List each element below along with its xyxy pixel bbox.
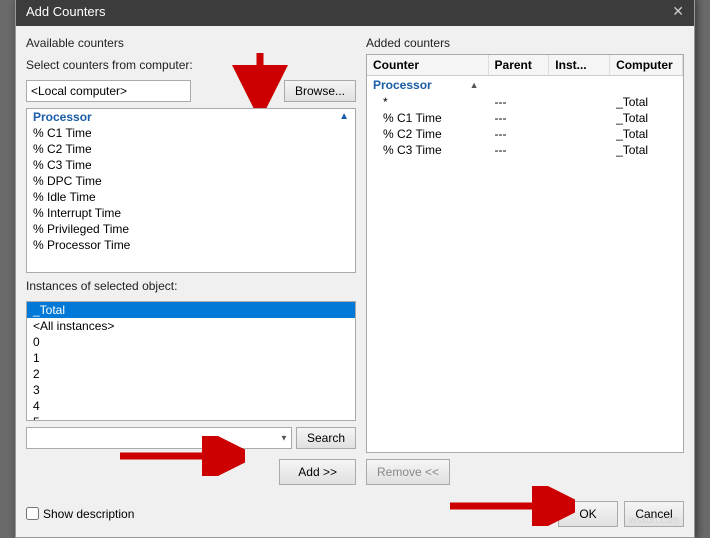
search-button[interactable]: Search	[296, 427, 356, 449]
computer-row: Browse...	[26, 80, 356, 102]
list-item[interactable]: % C2 Time	[27, 141, 355, 157]
browse-button[interactable]: Browse...	[284, 80, 356, 102]
list-item[interactable]: % Idle Time	[27, 189, 355, 205]
instance-2[interactable]: 2	[27, 366, 355, 382]
col-inst: Inst...	[549, 55, 610, 75]
parent-val: ---	[489, 142, 550, 158]
parent-val: ---	[489, 126, 550, 142]
category-processor: Processor ▲	[367, 76, 489, 94]
counter-category-processor[interactable]: Processor ▲	[27, 109, 355, 125]
list-item[interactable]: % C3 Time	[27, 157, 355, 173]
instance-total[interactable]: _Total	[27, 302, 355, 318]
list-item[interactable]: % Interrupt Time	[27, 205, 355, 221]
computer-input[interactable]	[26, 80, 191, 102]
close-button[interactable]: ✕	[672, 3, 684, 20]
processor-label: Processor	[373, 78, 432, 92]
available-label: Available counters	[26, 36, 356, 50]
added-label: Added counters	[366, 36, 684, 50]
counter-c3: % C3 Time	[367, 142, 489, 158]
counter-table: Counter Parent Inst... Computer Processo…	[366, 54, 684, 453]
bottom-row: Show description OK Cancel	[16, 495, 694, 537]
watermark: wsxdn.com	[629, 515, 679, 526]
table-row: % C2 Time --- _Total	[367, 126, 683, 142]
list-item[interactable]: % Processor Time	[27, 237, 355, 253]
instance-1[interactable]: 1	[27, 350, 355, 366]
add-button[interactable]: Add >>	[279, 459, 356, 485]
table-row: % C1 Time --- _Total	[367, 110, 683, 126]
instance-0[interactable]: 0	[27, 334, 355, 350]
col-counter: Counter	[367, 55, 489, 75]
inst-val	[549, 142, 610, 158]
table-row: * --- _Total	[367, 94, 683, 110]
computer-val: _Total	[610, 94, 683, 110]
inst-val	[549, 94, 610, 110]
list-item[interactable]: % DPC Time	[27, 173, 355, 189]
right-actions: Remove <<	[366, 459, 684, 485]
instances-label: Instances of selected object:	[26, 279, 356, 293]
dialog-title: Add Counters	[26, 4, 106, 19]
counter-star: *	[367, 94, 489, 110]
col-parent: Parent	[489, 55, 550, 75]
list-item[interactable]: % C1 Time	[27, 125, 355, 141]
instance-5[interactable]: 5	[27, 414, 355, 421]
search-input[interactable]	[26, 427, 292, 449]
col-computer: Computer	[610, 55, 683, 75]
show-description-row: Show description	[26, 507, 134, 521]
table-header: Counter Parent Inst... Computer	[367, 55, 683, 76]
instance-3[interactable]: 3	[27, 382, 355, 398]
dialog-body: Available counters Select counters from …	[16, 26, 694, 495]
inst-val	[549, 110, 610, 126]
add-row: Add >>	[26, 459, 356, 485]
show-description-checkbox[interactable]	[26, 507, 39, 520]
category-name: Processor	[33, 110, 92, 124]
show-description-label: Show description	[43, 507, 134, 521]
parent-val: ---	[489, 94, 550, 110]
left-panel: Available counters Select counters from …	[26, 36, 356, 485]
title-bar: Add Counters ✕	[16, 0, 694, 26]
counters-listbox[interactable]: Processor ▲ % C1 Time % C2 Time % C3 Tim…	[26, 108, 356, 273]
computer-label: Select counters from computer:	[26, 58, 356, 72]
table-category-row: Processor ▲	[367, 76, 683, 94]
chevron-up-icon: ▲	[470, 80, 479, 90]
ok-button[interactable]: OK	[558, 501, 618, 527]
computer-val: _Total	[610, 142, 683, 158]
counter-c2: % C2 Time	[367, 126, 489, 142]
computer-val: _Total	[610, 110, 683, 126]
search-row: Search	[26, 427, 356, 449]
list-item[interactable]: % Privileged Time	[27, 221, 355, 237]
computer-val: _Total	[610, 126, 683, 142]
instance-4[interactable]: 4	[27, 398, 355, 414]
right-panel: Added counters Counter Parent Inst... Co…	[366, 36, 684, 485]
remove-button[interactable]: Remove <<	[366, 459, 450, 485]
add-counters-dialog: Add Counters ✕ Available counters Select…	[15, 0, 695, 538]
parent-val: ---	[489, 110, 550, 126]
instances-listbox[interactable]: _Total <All instances> 0 1 2 3 4 5	[26, 301, 356, 421]
instance-all[interactable]: <All instances>	[27, 318, 355, 334]
counter-c1: % C1 Time	[367, 110, 489, 126]
inst-val	[549, 126, 610, 142]
table-row: % C3 Time --- _Total	[367, 142, 683, 158]
chevron-up-icon: ▲	[339, 111, 349, 122]
